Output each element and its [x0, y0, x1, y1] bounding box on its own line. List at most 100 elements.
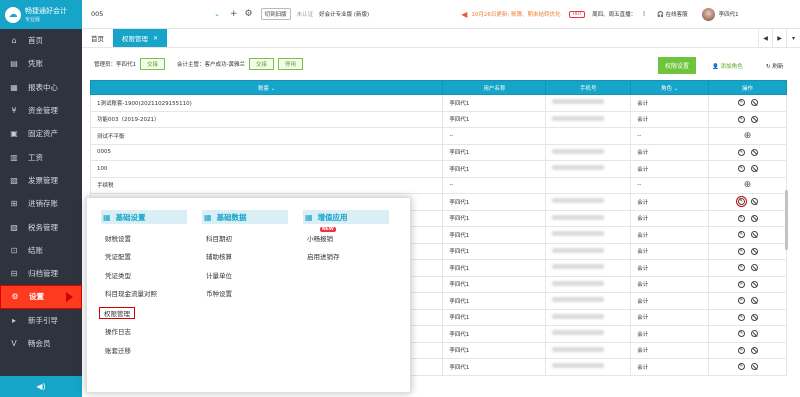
table-row[interactable]: 测试不平衡 -- -- ⊕: [89, 127, 787, 145]
disable-icon[interactable]: [750, 198, 758, 206]
admin-handover-button[interactable]: 交接: [140, 57, 166, 70]
redacted-phone: [552, 346, 605, 352]
base-settings-item[interactable]: 凭证配置: [101, 253, 187, 261]
user-name[interactable]: 李四代1: [719, 10, 739, 18]
add-role-button[interactable]: 👤 添加角色: [712, 62, 743, 70]
sidebar-item[interactable]: ⚙ 设置: [0, 285, 82, 309]
table-row[interactable]: 100 李四代1 会计 ✎: [89, 160, 787, 178]
tab-next-icon[interactable]: ▶: [772, 29, 786, 48]
table-row[interactable]: 1测试账套-1900(20211029155110) 李四代1 会计 ✎: [89, 94, 787, 112]
avatar[interactable]: [701, 7, 715, 21]
disable-icon[interactable]: [750, 115, 758, 123]
base-settings-item[interactable]: 操作日志: [101, 328, 187, 336]
sidebar-item[interactable]: ▸ 新手引导: [0, 309, 82, 332]
sidebar-item[interactable]: ⌂ 首页: [0, 29, 82, 52]
edit-icon[interactable]: ✎: [735, 196, 747, 208]
gear-icon[interactable]: ⚙: [245, 9, 253, 19]
sidebar-item[interactable]: ▣ 固定资产: [0, 122, 82, 145]
base-data-item[interactable]: 计量单位: [202, 272, 288, 280]
live-text[interactable]: 周四、周五直播：: [592, 10, 636, 18]
table-row[interactable]: 手续税 -- -- ⊕: [89, 176, 787, 194]
add-icon[interactable]: ⊕: [744, 180, 752, 190]
tab-permissions[interactable]: 权限管理 ✕: [113, 29, 168, 47]
value-added-item[interactable]: 小畅报销: [303, 235, 389, 243]
cert-status[interactable]: 未认证: [297, 10, 314, 18]
account-select[interactable]: 005 ⌄: [88, 6, 223, 23]
scrollbar[interactable]: [785, 190, 788, 250]
close-icon[interactable]: ✕: [153, 35, 158, 42]
logo[interactable]: ☁ 畅捷通好会计 专业版: [0, 0, 82, 29]
accountant-handover-button[interactable]: 交接: [249, 57, 275, 70]
plus-icon[interactable]: +: [230, 9, 238, 19]
edit-icon[interactable]: ✎: [737, 264, 745, 272]
base-settings-item[interactable]: 财税设置: [101, 235, 187, 243]
table-row[interactable]: 0005 李四代1 会计 ✎: [89, 143, 787, 161]
refresh-button[interactable]: ↻ 刷新: [766, 62, 783, 70]
tab-home[interactable]: 首页: [82, 29, 113, 47]
disable-icon[interactable]: [750, 346, 758, 354]
base-data-item[interactable]: 辅助核算: [202, 253, 288, 261]
edit-icon[interactable]: ✎: [737, 115, 745, 123]
base-data-item[interactable]: 币种设置: [202, 290, 288, 298]
value-added-item[interactable]: 启用进销存: [303, 253, 389, 261]
accountant-disable-button[interactable]: 停用: [278, 57, 304, 70]
edit-icon[interactable]: ✎: [737, 214, 745, 222]
add-icon[interactable]: ⊕: [744, 131, 752, 141]
disable-icon[interactable]: [750, 165, 758, 173]
sidebar-item[interactable]: ▨ 税务管理: [0, 215, 82, 238]
sidebar-item[interactable]: V 畅会员: [0, 332, 82, 355]
disable-icon[interactable]: [750, 330, 758, 338]
sidebar-item[interactable]: ▤ 凭账: [0, 52, 82, 75]
base-settings-item[interactable]: 科目现金流量对照: [101, 290, 187, 298]
permission-settings-button[interactable]: 权限设置: [658, 57, 697, 74]
base-settings-item[interactable]: 凭证类型: [101, 272, 187, 280]
sidebar-item[interactable]: ⊟ 归档管理: [0, 262, 82, 285]
edit-icon[interactable]: ✎: [737, 231, 745, 239]
edit-icon[interactable]: ✎: [737, 297, 745, 305]
cell-role: 会计: [630, 160, 710, 178]
edit-icon[interactable]: ✎: [737, 363, 745, 371]
disable-icon[interactable]: [750, 297, 758, 305]
table-row[interactable]: 功能003（2019-2021） 李四代1 会计 ✎: [89, 110, 787, 128]
sidebar-item[interactable]: ⊡ 结账: [0, 239, 82, 262]
disable-icon[interactable]: [750, 214, 758, 222]
sidebar-item[interactable]: ¥ 资金管理: [0, 99, 82, 122]
disable-icon[interactable]: [750, 313, 758, 321]
edit-icon[interactable]: ✎: [737, 165, 745, 173]
speaker-icon[interactable]: ◀): [0, 376, 82, 397]
edit-icon[interactable]: ✎: [737, 280, 745, 288]
disable-icon[interactable]: [750, 148, 758, 156]
switch-old-button[interactable]: 切到旧版: [260, 8, 291, 20]
tab-prev-icon[interactable]: ◀: [758, 29, 772, 48]
tab-menu-icon[interactable]: ▾: [786, 29, 800, 48]
sidebar-item[interactable]: ⊞ 进销存账: [0, 192, 82, 215]
edit-icon[interactable]: ✎: [737, 346, 745, 354]
redacted-phone: [552, 280, 605, 286]
notice-text: 10月26日更新: 账簿、期末结转优化: [471, 12, 561, 18]
online-service[interactable]: 🎧 在线客服: [657, 10, 688, 18]
base-settings-item[interactable]: 账套迁移: [101, 347, 187, 355]
disable-icon[interactable]: [750, 264, 758, 272]
header-label: 账套: [258, 85, 270, 92]
edit-icon[interactable]: ✎: [737, 247, 745, 255]
edit-icon[interactable]: ✎: [737, 330, 745, 338]
update-notice[interactable]: ◀ 10月26日更新: 账簿、期末结转优化: [461, 10, 560, 19]
cell-user: 李四代1: [442, 94, 547, 112]
disable-icon[interactable]: [750, 247, 758, 255]
sidebar-item[interactable]: ▦ 报表中心: [0, 76, 82, 99]
base-data-item[interactable]: 科目期初: [202, 235, 288, 243]
disable-icon[interactable]: [750, 99, 758, 107]
sidebar-item[interactable]: ▧ 发票管理: [0, 169, 82, 192]
hot-badge[interactable]: HOT: [569, 10, 586, 18]
edit-icon[interactable]: ✎: [737, 99, 745, 107]
header-role[interactable]: 角色 ⌄: [630, 80, 710, 95]
edit-icon[interactable]: ✎: [737, 313, 745, 321]
header-account[interactable]: 账套 ⌄: [89, 80, 444, 95]
disable-icon[interactable]: [750, 280, 758, 288]
sidebar-item-label: 新手引导: [28, 315, 58, 325]
disable-icon[interactable]: [750, 231, 758, 239]
edit-icon[interactable]: ✎: [737, 148, 745, 156]
disable-icon[interactable]: [750, 363, 758, 371]
base-settings-item[interactable]: 权限管理: [99, 306, 135, 319]
sidebar-item[interactable]: ▥ 工资: [0, 145, 82, 168]
